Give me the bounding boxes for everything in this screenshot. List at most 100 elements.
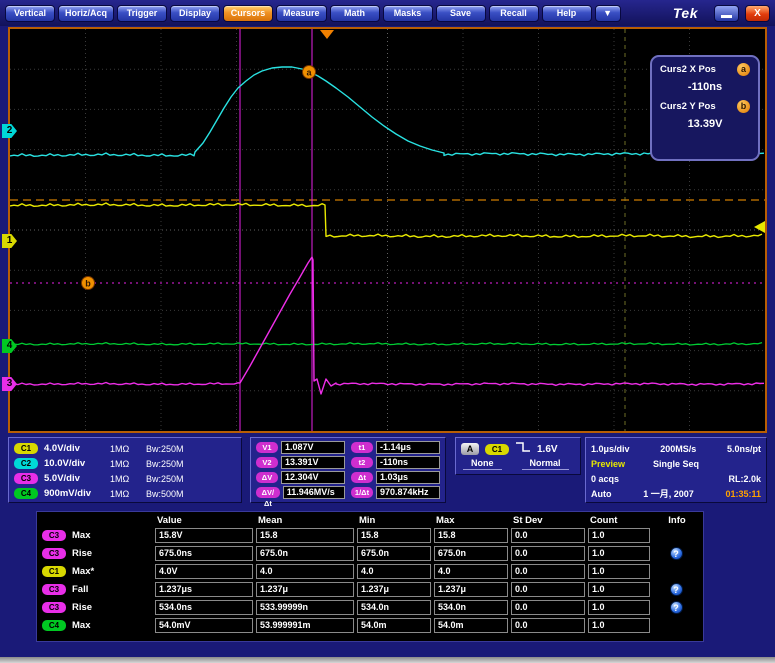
window-bottom-edge <box>0 657 775 663</box>
channel-bandwidth: Bw:250M <box>146 474 184 484</box>
meas-channel-badge[interactable]: C4 <box>42 620 66 631</box>
trigger-position-marker[interactable] <box>320 30 334 39</box>
tek-logo: Tek <box>673 5 698 21</box>
table-row[interactable]: C3Max 15.8V 15.8 15.8 15.8 0.0 1.0 ? <box>42 528 698 543</box>
meas-min: 15.8 <box>357 528 431 543</box>
meas-value: 15.8V <box>155 528 253 543</box>
meas-min: 534.0n <box>357 600 431 615</box>
measurement-table: Value Mean Min Max St Dev Count Info C3M… <box>36 511 704 642</box>
meas-min: 675.0n <box>357 546 431 561</box>
header-stdev: St Dev <box>511 515 585 526</box>
meas-mean: 1.237μ <box>256 582 354 597</box>
channel-badge-c2[interactable]: C2 <box>14 458 38 469</box>
channel-settings-panel: C1 4.0V/div 1MΩ Bw:250M C2 10.0V/div 1MΩ… <box>8 437 242 503</box>
info-icon[interactable]: ? <box>670 583 683 596</box>
menu-masks[interactable]: Masks <box>383 5 433 22</box>
channel-scale: 10.0V/div <box>44 458 104 469</box>
acquisition-mode: Single Seq <box>653 459 699 469</box>
dt-value: 1.03μs <box>376 471 440 484</box>
meas-name: Fall <box>72 584 88 595</box>
curs2-x-pos-value: -110ns <box>660 81 750 93</box>
meas-name: Max <box>72 620 90 631</box>
meas-stdev: 0.0 <box>511 528 585 543</box>
menu-help[interactable]: Help <box>542 5 592 22</box>
channel-row-c1[interactable]: C1 4.0V/div 1MΩ Bw:250M <box>14 441 236 456</box>
trigger-a-badge[interactable]: A <box>461 443 479 455</box>
channel-row-c3[interactable]: C3 5.0V/div 1MΩ Bw:250M <box>14 471 236 486</box>
cursor-b-badge: b <box>737 100 750 113</box>
table-row[interactable]: C3Rise 534.0ns 533.99999n 534.0n 534.0n … <box>42 600 698 615</box>
meas-channel-badge[interactable]: C3 <box>42 548 66 559</box>
cursor-b-marker[interactable]: b <box>82 277 95 290</box>
trigger-option-none[interactable]: None <box>463 458 502 470</box>
dvdt-badge: ΔV/Δt <box>256 487 280 498</box>
meas-max: 534.0n <box>434 600 508 615</box>
cursor-readout-panel: V11.087V V213.391V ΔV12.304V ΔV/Δt11.946… <box>250 437 446 503</box>
header-count: Count <box>588 515 650 526</box>
channel-row-c4[interactable]: C4 900mV/div 1MΩ Bw:500M <box>14 486 236 501</box>
trigger-source-badge[interactable]: C1 <box>485 444 509 455</box>
menu-trigger[interactable]: Trigger <box>117 5 167 22</box>
menu-dropdown-button[interactable]: ▼ <box>595 5 621 22</box>
channel-badge-c3[interactable]: C3 <box>14 473 38 484</box>
info-icon[interactable]: ? <box>670 547 683 560</box>
table-row[interactable]: C4Max 54.0mV 53.999991m 54.0m 54.0m 0.0 … <box>42 618 698 633</box>
meas-count: 1.0 <box>588 528 650 543</box>
menu-save[interactable]: Save <box>436 5 486 22</box>
meas-stdev: 0.0 <box>511 582 585 597</box>
meas-count: 1.0 <box>588 600 650 615</box>
trigger-mode-label: Auto <box>591 489 612 499</box>
menu-math[interactable]: Math <box>330 5 380 22</box>
menu-vertical[interactable]: Vertical <box>5 5 55 22</box>
trigger-panel: A C1 1.6V None Normal <box>455 437 581 475</box>
meas-channel-badge[interactable]: C3 <box>42 602 66 613</box>
table-row[interactable]: C3Rise 675.0ns 675.0n 675.0n 675.0n 0.0 … <box>42 546 698 561</box>
meas-stdev: 0.0 <box>511 546 585 561</box>
channel-bandwidth: Bw:500M <box>146 489 184 499</box>
meas-max: 1.237μ <box>434 582 508 597</box>
channel-row-c2[interactable]: C2 10.0V/div 1MΩ Bw:250M <box>14 456 236 471</box>
menu-cursors[interactable]: Cursors <box>223 5 273 22</box>
inv-dt-badge: 1/Δt <box>351 487 373 498</box>
meas-value: 675.0ns <box>155 546 253 561</box>
channel-badge-c1[interactable]: C1 <box>14 443 38 454</box>
meas-name: Max* <box>72 566 94 577</box>
cursor-a-badge: a <box>737 63 750 76</box>
channel-bandwidth: Bw:250M <box>146 459 184 469</box>
meas-mean: 15.8 <box>256 528 354 543</box>
header-info: Info <box>653 515 699 526</box>
chevron-down-icon: ▼ <box>603 8 612 18</box>
meas-name: Rise <box>72 602 92 613</box>
dv-badge: ΔV <box>256 472 278 483</box>
curs2-x-pos-label: Curs2 X Pos <box>660 64 716 75</box>
table-row[interactable]: C3Fall 1.237μs 1.237μ 1.237μ 1.237μ 0.0 … <box>42 582 698 597</box>
menu-horiz-acq[interactable]: Horiz/Acq <box>58 5 114 22</box>
table-row[interactable]: C1Max* 4.0V 4.0 4.0 4.0 0.0 1.0 ? <box>42 564 698 579</box>
meas-mean: 675.0n <box>256 546 354 561</box>
falling-edge-icon <box>515 440 531 458</box>
curs2-y-pos-value: 13.39V <box>660 118 750 130</box>
meas-max: 15.8 <box>434 528 508 543</box>
header-mean: Mean <box>256 515 354 526</box>
trigger-option-normal[interactable]: Normal <box>522 458 569 470</box>
trigger-level-arrow[interactable] <box>754 221 765 233</box>
menu-measure[interactable]: Measure <box>276 5 327 22</box>
meas-min: 1.237μ <box>357 582 431 597</box>
channel-scale: 900mV/div <box>44 488 104 499</box>
info-icon[interactable]: ? <box>670 601 683 614</box>
t2-badge: t2 <box>351 457 373 468</box>
header-value: Value <box>155 515 253 526</box>
close-button[interactable]: X <box>745 5 770 22</box>
meas-channel-badge[interactable]: C3 <box>42 530 66 541</box>
minimize-button[interactable] <box>714 5 739 22</box>
meas-channel-badge[interactable]: C1 <box>42 566 66 577</box>
inv-dt-value: 970.874kHz <box>376 486 440 499</box>
meas-channel-badge[interactable]: C3 <box>42 584 66 595</box>
cursor-a-marker[interactable]: a <box>303 66 316 79</box>
menu-display[interactable]: Display <box>170 5 220 22</box>
menu-recall[interactable]: Recall <box>489 5 539 22</box>
cursor-position-box: Curs2 X Pos a -110ns Curs2 Y Pos b 13.39… <box>650 55 760 161</box>
channel-badge-c4[interactable]: C4 <box>14 488 38 499</box>
meas-count: 1.0 <box>588 546 650 561</box>
meas-stdev: 0.0 <box>511 600 585 615</box>
